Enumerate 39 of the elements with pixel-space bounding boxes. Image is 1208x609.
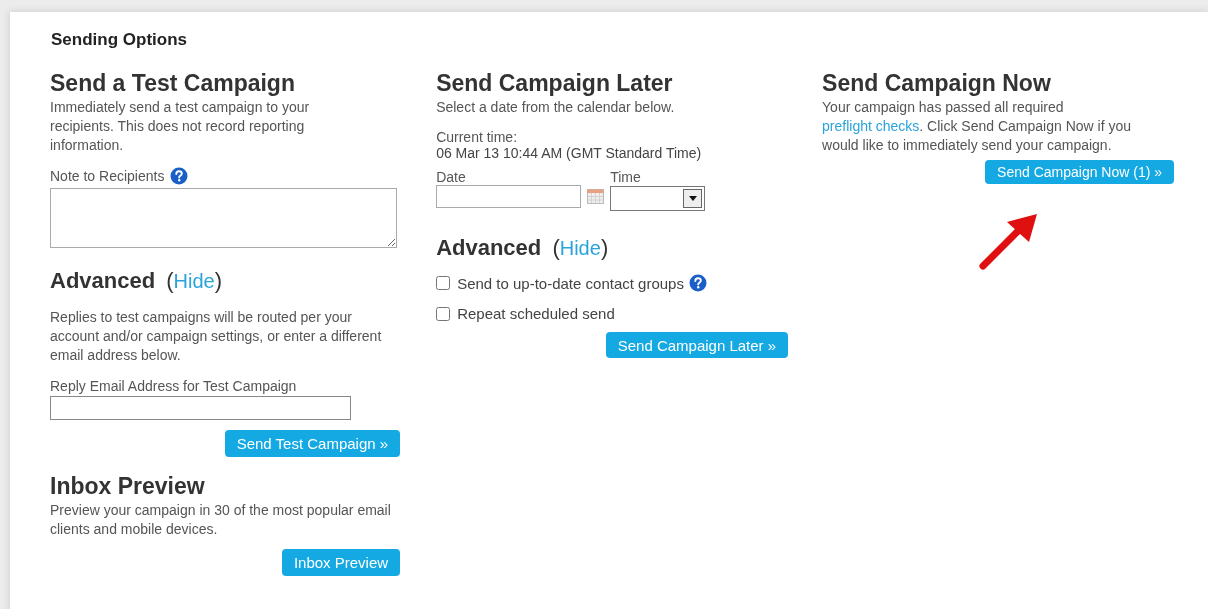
panel-title: Sending Options — [51, 30, 188, 50]
section-heading: Advanced — [436, 235, 542, 260]
paren-text: ( — [552, 235, 560, 260]
email-field[interactable] — [50, 396, 351, 420]
note-field[interactable] — [50, 188, 397, 248]
help-icon[interactable] — [170, 167, 189, 185]
current-time-label: Current time: — [436, 129, 519, 145]
inbox-preview-button[interactable]: Inbox Preview — [281, 549, 401, 576]
send-test-button[interactable]: Send Test Campaign » — [224, 430, 401, 457]
section-heading: Inbox Preview — [50, 473, 206, 499]
caret-icon — [688, 196, 697, 201]
field-label: Date — [436, 169, 467, 185]
date-field[interactable] — [436, 185, 582, 208]
time-dropdown[interactable] — [610, 186, 706, 211]
advanced-description: Replies to test campaigns will be routed per your account and/or campaign settings, or enter a different email address below. — [50, 308, 383, 365]
section-description: Preview your campaign in 30 of the most popular email clients and mobile devices. — [50, 501, 392, 535]
field-label: Time — [610, 169, 642, 185]
paren-text: ( — [166, 268, 174, 293]
checkbox[interactable] — [436, 276, 451, 290]
field-label: Note to Recipients — [50, 168, 165, 184]
checkbox[interactable] — [436, 306, 451, 321]
hide-link[interactable]: Hide — [559, 237, 601, 259]
field-label: Reply Email Address for Test Campaign — [50, 378, 298, 394]
section-heading: Send a Test Campaign — [50, 70, 296, 96]
hide-link[interactable]: Hide — [173, 270, 215, 292]
option-label: Repeat scheduled send — [457, 305, 615, 322]
send-now-button[interactable]: Send Campaign Now (1) » — [985, 160, 1175, 184]
section-description: Select a date from the calendar below. — [436, 98, 676, 117]
paren-text: ) — [214, 268, 223, 293]
section-heading: Advanced — [50, 268, 156, 293]
section-heading: Send Campaign Now — [822, 70, 1052, 96]
send-later-button[interactable]: Send Campaign Later » — [605, 332, 789, 358]
section-description: Your campaign has passed all required preflight checks. Click Send Campaign Now if you would like to immediately send your campaign. — [822, 98, 1132, 155]
help-icon[interactable] — [688, 274, 707, 292]
section-heading: Send Campaign Later — [436, 70, 674, 96]
current-time: 06 Mar 13 10:44 AM (GMT Standard Time) — [436, 145, 703, 161]
option-label: Send to up-to-date contact groups — [457, 274, 684, 292]
section-description: Immediately send a test campaign to your recipients. This does not record reporting information. — [50, 98, 311, 155]
paren-text: ) — [600, 235, 609, 260]
